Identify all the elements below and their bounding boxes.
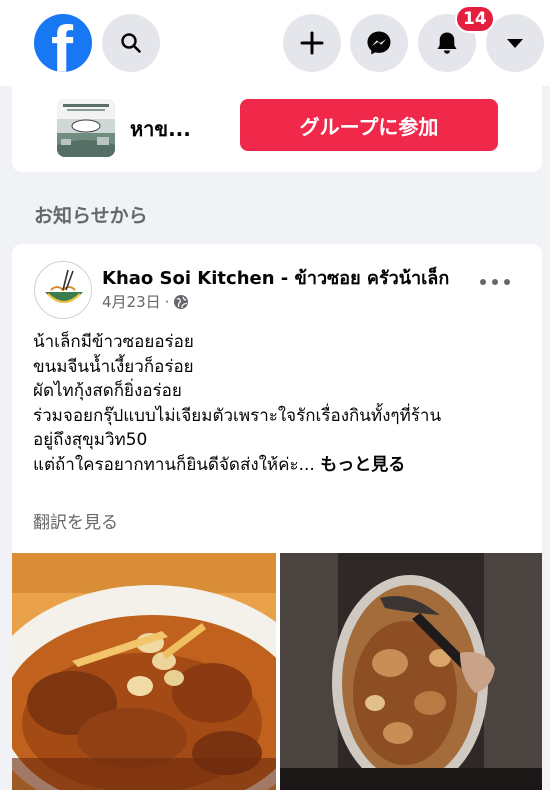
create-button[interactable] [283,14,341,72]
post-text-line: ขนมจีนน้ำเงี้ยวก็อร่อย [33,356,194,377]
notification-badge: 14 [455,5,495,33]
account-menu-button[interactable] [486,14,544,72]
post-text-line: ร่วมจอยกรุ๊ปแบบไม่เจียมตัวเพราะใจรักเรื่… [33,405,442,426]
group-join-card: หาข... グループに参加 [12,86,542,172]
dot-icon [480,279,486,285]
post-text-line-last: แต่ถ้าใครอยากทานก็ยินดีจัดส่งให้ค่ะ... も… [33,453,533,478]
join-group-button[interactable]: グループに参加 [240,99,498,151]
bell-icon [437,32,457,54]
see-more-link[interactable]: もっと見る [320,455,405,475]
section-label: お知らせから [34,205,148,227]
see-translation-link[interactable]: 翻訳を見る [33,508,118,533]
post-meta: 4月23日 · [102,291,189,312]
top-navigation-bar: f 14 [0,0,550,86]
post-text-line: แต่ถ้าใครอยากทานก็ยินดีจัดส่งให้ค่ะ... [33,454,315,475]
post-text-line: อยู่ถึงสุขุมวิท50 [33,430,148,450]
post-photo-2[interactable] [280,553,542,790]
facebook-logo-icon[interactable]: f [34,14,92,72]
globe-icon [174,294,189,309]
post-date[interactable]: 4月23日 [102,291,161,312]
post-text-line: น้าเล็กมีข้าวซอยอร่อย [33,332,194,352]
post-card: Khao Soi Kitchen - ข้าวซอย ครัวน้าเล็ก 4… [12,244,542,790]
post-author[interactable]: Khao Soi Kitchen - ข้าวซอย ครัวน้าเล็ก [102,263,449,292]
group-thumbnail[interactable] [57,99,115,157]
post-text: น้าเล็กมีข้าวซอยอร่อย ขนมจีนน้ำเงี้ยวก็อ… [33,330,533,477]
post-options-button[interactable] [480,272,510,292]
page-avatar[interactable] [34,261,92,319]
dot-icon [504,279,510,285]
meta-separator: · [164,292,170,311]
facebook-logo-letter: f [51,14,73,72]
dot-icon [492,279,498,285]
messenger-button[interactable] [350,14,408,72]
caret-down-icon [507,39,523,48]
post-text-line: ผัดไทกุ้งสดก็ยิ่งอร่อย [33,381,182,401]
plus-icon [300,31,324,55]
search-icon [121,33,141,53]
group-name[interactable]: หาข... [130,113,191,145]
search-button[interactable] [102,14,160,72]
messenger-icon [367,31,391,55]
post-photo-1[interactable] [12,553,276,790]
